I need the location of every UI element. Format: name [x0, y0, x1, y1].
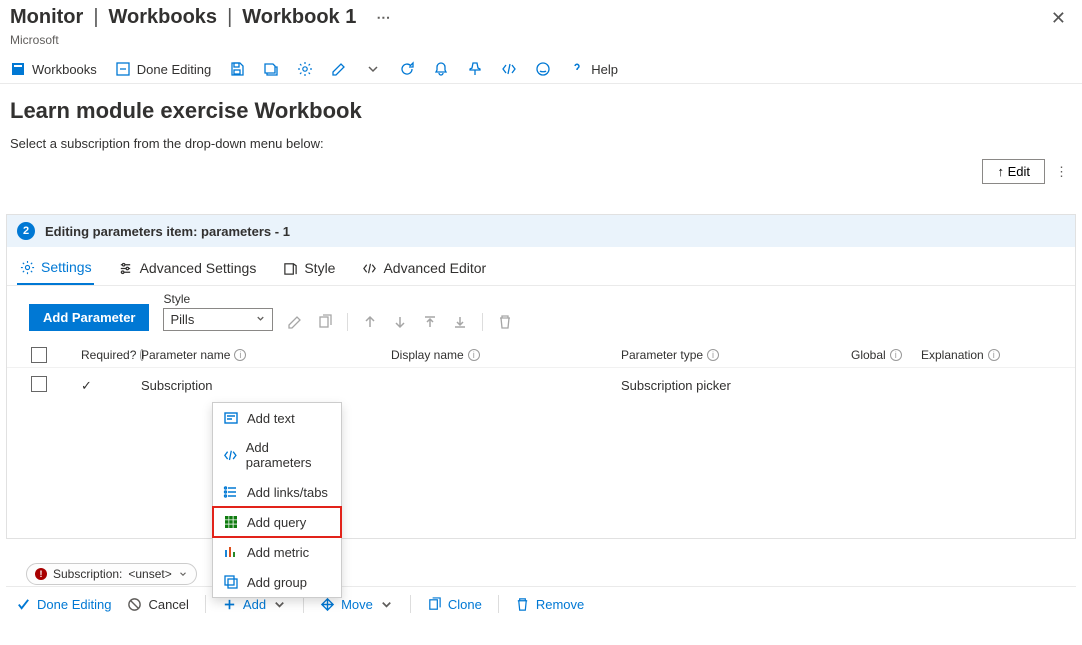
controls-row: Add Parameter Style Pills: [7, 286, 1075, 339]
text-icon: [223, 410, 239, 426]
arrow-down-icon[interactable]: [392, 314, 408, 330]
parameters-header: 2 Editing parameters item: parameters - …: [7, 215, 1075, 247]
copy-icon[interactable]: [317, 314, 333, 330]
add-menu: Add text Add parameters Add links/tabs A…: [212, 402, 342, 598]
list-icon: [223, 484, 239, 500]
help-icon: [569, 61, 585, 77]
style-label: Style: [163, 292, 273, 306]
crumb-monitor[interactable]: Monitor: [10, 6, 83, 29]
arrow-top-icon[interactable]: [422, 314, 438, 330]
tab-settings[interactable]: Settings: [17, 253, 94, 285]
move-button[interactable]: Move: [320, 597, 394, 612]
menu-add-parameters[interactable]: Add parameters: [213, 433, 341, 477]
chevron-down-icon: [379, 597, 394, 612]
page-title: Learn module exercise Workbook: [0, 84, 1082, 132]
menu-add-group[interactable]: Add group: [213, 567, 341, 597]
menu-add-text[interactable]: Add text: [213, 403, 341, 433]
done-editing-button[interactable]: Done Editing: [115, 61, 211, 77]
edit-button[interactable]: ↑ Edit: [982, 159, 1045, 184]
col-explanation: Explanation i: [921, 348, 1071, 362]
col-required: Required?i: [81, 348, 141, 362]
breadcrumb: Monitor | Workbooks | Workbook 1: [10, 6, 390, 29]
tab-row: Settings Advanced Settings Style Advance…: [7, 247, 1075, 286]
workbooks-button[interactable]: Workbooks: [10, 61, 97, 77]
edit-icon[interactable]: [331, 61, 347, 77]
chart-icon: [223, 544, 239, 560]
tab-advanced-editor[interactable]: Advanced Editor: [359, 254, 488, 284]
cell-param-name: Subscription: [141, 378, 391, 393]
add-button[interactable]: Add: [222, 597, 287, 612]
style-select[interactable]: Pills: [163, 308, 273, 331]
chevron-down-icon[interactable]: [365, 61, 381, 77]
step-badge: 2: [17, 222, 35, 240]
chevron-down-icon: [178, 569, 188, 579]
col-param-name: Parameter name i: [141, 348, 391, 362]
save-icon[interactable]: [229, 61, 245, 77]
code-icon[interactable]: [501, 61, 517, 77]
more-icon[interactable]: [376, 9, 390, 26]
sliders-icon: [118, 260, 134, 276]
done-editing-icon: [115, 61, 131, 77]
row-checkbox[interactable]: [31, 376, 47, 392]
error-icon: !: [35, 568, 47, 580]
remove-button[interactable]: Remove: [515, 597, 584, 612]
required-check: ✓: [81, 378, 141, 394]
bottom-bar: Done Editing Cancel Add Move Clone Remov…: [6, 586, 1076, 621]
crumb-workbooks[interactable]: Workbooks: [109, 6, 218, 29]
subscription-pill[interactable]: ! Subscription: <unset>: [26, 563, 197, 585]
col-param-type: Parameter type i: [621, 348, 851, 362]
parameters-header-text: Editing parameters item: parameters - 1: [45, 224, 290, 239]
menu-add-query[interactable]: Add query: [213, 507, 341, 537]
cancel-button[interactable]: Cancel: [127, 597, 188, 612]
parameters-block: 2 Editing parameters item: parameters - …: [6, 214, 1076, 539]
code-icon: [361, 260, 377, 276]
col-display-name: Display name i: [391, 348, 621, 362]
menu-add-links[interactable]: Add links/tabs: [213, 477, 341, 507]
arrow-up-icon[interactable]: [362, 314, 378, 330]
toolbar: Workbooks Done Editing Help: [0, 55, 1082, 84]
help-button[interactable]: Help: [569, 61, 618, 77]
close-button[interactable]: ✕: [1045, 6, 1072, 31]
table-row[interactable]: ✓ Subscription Subscription picker: [7, 368, 1075, 403]
style-icon: [282, 260, 298, 276]
pin-toolbar-icon[interactable]: [467, 61, 483, 77]
table-header: Required?i Parameter name i Display name…: [7, 339, 1075, 368]
tab-style[interactable]: Style: [280, 254, 337, 284]
cell-param-type: Subscription picker: [621, 378, 851, 393]
edit-icon[interactable]: [287, 314, 303, 330]
chevron-down-icon: [272, 597, 287, 612]
code-icon: [223, 447, 238, 463]
done-editing-bottom[interactable]: Done Editing: [16, 597, 111, 612]
page-description: Select a subscription from the drop-down…: [0, 132, 1082, 155]
page-header: Monitor | Workbooks | Workbook 1 ✕: [0, 0, 1082, 33]
arrow-bottom-icon[interactable]: [452, 314, 468, 330]
grid-icon: [223, 514, 239, 530]
org-subtitle: Microsoft: [0, 33, 1082, 55]
save-as-icon[interactable]: [263, 61, 279, 77]
group-icon: [223, 574, 239, 590]
chevron-down-icon: [255, 312, 266, 327]
gear-icon[interactable]: [297, 61, 313, 77]
select-all-checkbox[interactable]: [31, 347, 47, 363]
feedback-icon[interactable]: [535, 61, 551, 77]
add-parameter-button[interactable]: Add Parameter: [29, 304, 149, 331]
gear-icon: [19, 259, 35, 275]
bell-icon[interactable]: [433, 61, 449, 77]
trash-icon[interactable]: [497, 314, 513, 330]
edit-more[interactable]: ⋮: [1055, 164, 1068, 180]
workbooks-icon: [10, 61, 26, 77]
tab-advanced-settings[interactable]: Advanced Settings: [116, 254, 259, 284]
control-icons: [287, 313, 513, 331]
clone-button[interactable]: Clone: [427, 597, 482, 612]
crumb-workbook1[interactable]: Workbook 1: [242, 6, 356, 29]
col-global: Globali: [851, 348, 921, 362]
menu-add-metric[interactable]: Add metric: [213, 537, 341, 567]
refresh-icon[interactable]: [399, 61, 415, 77]
